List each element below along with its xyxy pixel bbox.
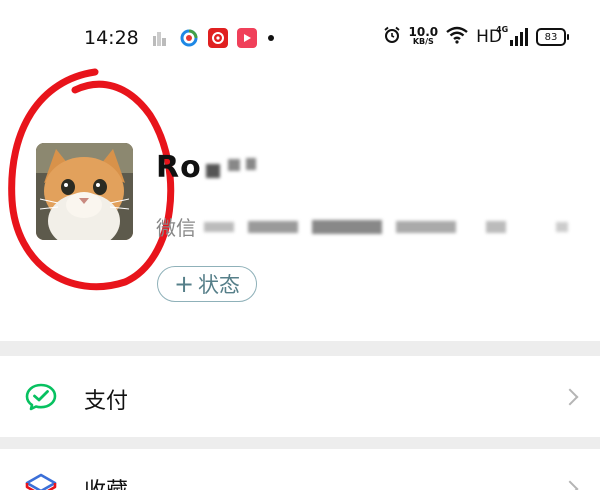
- redacted-id: [396, 220, 456, 233]
- menu-item-pay[interactable]: 支付: [0, 356, 600, 437]
- profile-name[interactable]: Ro: [156, 150, 256, 185]
- favorites-icon: [25, 473, 57, 490]
- status-bar: 14:28 10.0 KB/S HD 4G 83: [0, 0, 600, 76]
- wifi-icon: [446, 26, 468, 48]
- network-speed: 10.0 KB/S: [408, 25, 439, 47]
- redacted-name: [205, 163, 220, 178]
- network-speed-value: 10.0: [408, 25, 439, 39]
- add-status-label: 状态: [198, 273, 241, 297]
- notification-icons: [150, 28, 274, 48]
- alarm-icon: [383, 26, 401, 48]
- chevron-right-icon: [561, 388, 579, 406]
- city-app-icon: [150, 28, 170, 48]
- system-icons: 10.0 KB/S HD 4G 83: [383, 25, 569, 48]
- more-notifications-dot: [268, 35, 274, 41]
- add-status-button[interactable]: + 状态: [157, 266, 257, 302]
- chevron-right-icon: [561, 480, 579, 490]
- profile-name-text: Ro: [156, 150, 202, 185]
- network-speed-unit: KB/S: [412, 37, 434, 46]
- wechat-id-label: 微信: [156, 216, 196, 240]
- avatar[interactable]: [36, 143, 133, 240]
- redacted-id: [556, 221, 568, 232]
- menu-item-favorites[interactable]: 收藏: [0, 449, 600, 490]
- section-separator: [0, 437, 600, 449]
- cat-avatar-image: [36, 143, 133, 240]
- wechat-pay-icon: [25, 382, 57, 416]
- redacted-id: [312, 219, 382, 234]
- browser-app-icon: [179, 28, 199, 48]
- menu-item-label: 支付: [84, 389, 129, 414]
- redacted-id: [486, 220, 506, 233]
- music-app-icon: [208, 28, 228, 48]
- redacted-name: [245, 157, 256, 170]
- section-separator: [0, 341, 600, 356]
- video-app-icon: [237, 28, 257, 48]
- plus-icon: +: [173, 270, 195, 298]
- battery-level: 83: [544, 31, 558, 43]
- redacted-name: [227, 158, 240, 171]
- status-time: 14:28: [84, 27, 139, 49]
- wechat-id[interactable]: 微信: [156, 212, 568, 241]
- battery-icon: 83: [536, 28, 569, 46]
- menu-item-label: 收藏: [84, 473, 128, 490]
- redacted-id: [248, 220, 298, 233]
- cellular-signal-icon: 4G: [496, 25, 528, 46]
- network-type-label: 4G: [496, 25, 509, 34]
- redacted-id: [204, 221, 234, 232]
